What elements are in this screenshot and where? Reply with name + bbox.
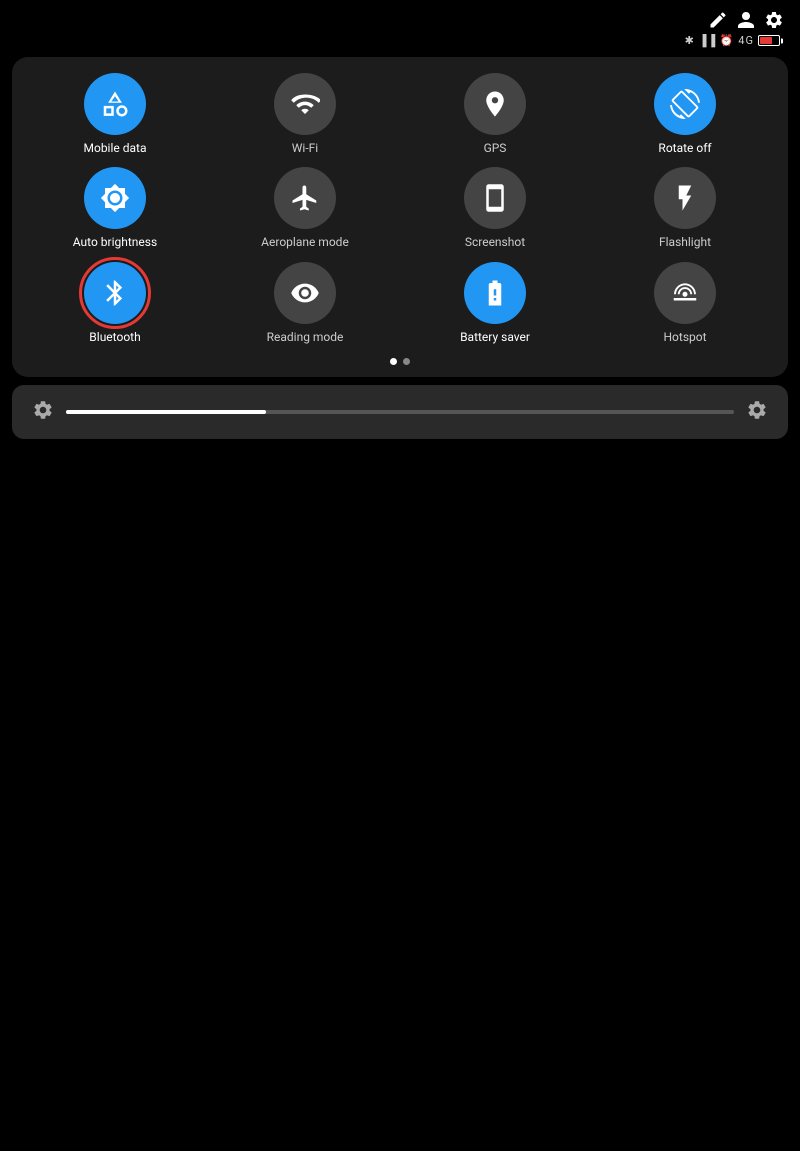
battery-bar [758,35,780,46]
qs-item-hotspot[interactable]: Hotspot [594,262,776,344]
qs-label-wifi: Wi-Fi [292,141,318,155]
qs-label-aeroplane-mode: Aeroplane mode [261,235,349,249]
qs-icon-rotate-off [654,73,716,135]
qs-item-battery-saver[interactable]: Battery saver [404,262,586,344]
brightness-settings-left[interactable] [32,399,54,425]
brightness-slider[interactable] [66,410,734,414]
qs-icon-bluetooth [84,262,146,324]
status-right: ✱ ▐▐ ⏰ 4G [681,10,784,47]
status-bar: ✱ ▐▐ ⏰ 4G [0,0,800,53]
status-info: ✱ ▐▐ ⏰ 4G [681,34,784,47]
edit-icon [708,10,728,30]
qs-icon-hotspot [654,262,716,324]
qs-icon-auto-brightness [84,167,146,229]
page-dot-2 [403,358,410,365]
qs-icon-reading-mode [274,262,336,324]
qs-label-gps: GPS [484,141,507,155]
qs-label-flashlight: Flashlight [659,235,711,249]
qs-icon-flashlight [654,167,716,229]
battery-icon [758,35,780,46]
qs-item-gps[interactable]: GPS [404,73,586,155]
qs-item-wifi[interactable]: Wi-Fi [214,73,396,155]
quick-settings-panel: Mobile data Wi-Fi GPS Rotate off Auto bright… [12,57,788,377]
qs-icon-mobile-data [84,73,146,135]
qs-label-auto-brightness: Auto brightness [73,235,157,249]
page-indicators [24,358,776,365]
qs-icon-screenshot [464,167,526,229]
qs-item-reading-mode[interactable]: Reading mode [214,262,396,344]
brightness-settings-right[interactable] [746,399,768,425]
qs-grid: Mobile data Wi-Fi GPS Rotate off Auto bright… [24,73,776,344]
qs-icon-battery-saver [464,262,526,324]
qs-item-bluetooth[interactable]: Bluetooth [24,262,206,344]
qs-item-mobile-data[interactable]: Mobile data [24,73,206,155]
qs-item-flashlight[interactable]: Flashlight [594,167,776,249]
qs-item-aeroplane-mode[interactable]: Aeroplane mode [214,167,396,249]
brightness-bar [12,385,788,439]
qs-label-screenshot: Screenshot [465,235,525,249]
qs-icon-wifi [274,73,336,135]
status-icons [708,10,784,30]
qs-label-mobile-data: Mobile data [84,141,147,155]
qs-item-rotate-off[interactable]: Rotate off [594,73,776,155]
qs-icon-aeroplane-mode [274,167,336,229]
qs-icon-gps [464,73,526,135]
account-icon [736,10,756,30]
settings-left-icon [32,399,54,421]
qs-label-rotate-off: Rotate off [658,141,711,155]
qs-item-screenshot[interactable]: Screenshot [404,167,586,249]
qs-item-auto-brightness[interactable]: Auto brightness [24,167,206,249]
qs-label-battery-saver: Battery saver [460,330,530,344]
settings-icon[interactable] [764,10,784,30]
status-indicators: ✱ ▐▐ ⏰ 4G [685,34,754,47]
qs-label-reading-mode: Reading mode [267,330,344,344]
settings-right-icon [746,399,768,421]
qs-label-bluetooth: Bluetooth [89,330,140,344]
page-dot-1 [390,358,397,365]
brightness-fill [66,410,266,414]
qs-label-hotspot: Hotspot [663,330,706,344]
